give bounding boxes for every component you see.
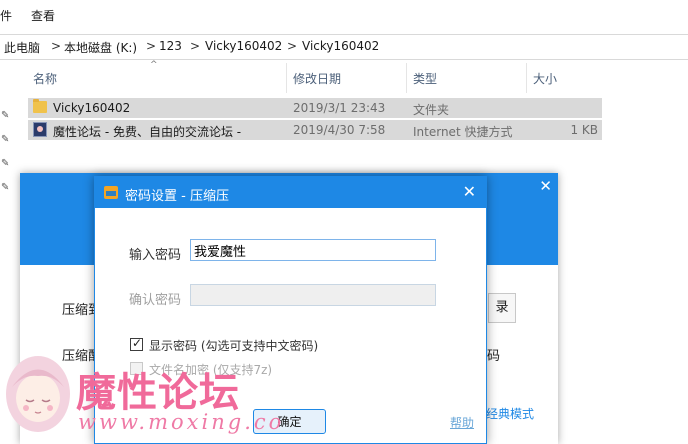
internet-shortcut-icon: [33, 122, 47, 137]
password-option-label[interactable]: 码: [487, 345, 500, 364]
password-dialog: 密码设置 - 压缩压 ✕ 输入密码 确认密码 显示密码 (勾选可支持中文密码) …: [94, 176, 487, 444]
breadcrumb-chevron-icon[interactable]: >: [190, 39, 200, 53]
file-modified: 2019/4/30 7:58: [293, 123, 386, 137]
ok-button[interactable]: 确定: [253, 409, 326, 434]
address-bar[interactable]: 此电脑 > 本地磁盘 (K:) > 123 > Vicky160402 > Vi…: [0, 34, 688, 60]
confirm-password-label: 确认密码: [129, 293, 182, 308]
archive-app-icon: [104, 186, 118, 199]
classic-mode-link[interactable]: 经典模式: [486, 405, 534, 422]
password-input[interactable]: [190, 239, 436, 261]
breadcrumb-chevron-icon[interactable]: >: [146, 39, 156, 53]
breadcrumb-chevron-icon[interactable]: >: [287, 39, 297, 53]
file-type: 文件夹: [413, 103, 450, 117]
show-password-label[interactable]: 显示密码 (勾选可支持中文密码): [149, 337, 318, 354]
pin-icon[interactable]: ✎: [1, 134, 9, 145]
column-header-type[interactable]: 类型: [413, 70, 437, 87]
column-header-size[interactable]: 大小: [533, 70, 557, 87]
sort-ascending-icon: ^: [150, 60, 158, 70]
file-modified: 2019/3/1 23:43: [293, 101, 386, 115]
column-divider[interactable]: [406, 63, 407, 93]
confirm-password-input: [190, 284, 436, 306]
encrypt-filenames-label: 文件名加密 (仅支持7z): [149, 363, 273, 377]
show-password-checkbox[interactable]: [130, 336, 143, 351]
close-icon[interactable]: ✕: [463, 182, 476, 201]
breadcrumb-drive[interactable]: 本地磁盘 (K:): [64, 39, 137, 56]
browse-button[interactable]: 录: [488, 293, 516, 323]
pin-icon[interactable]: ✎: [1, 110, 9, 121]
file-row[interactable]: Vicky160402 2019/3/1 23:43 文件夹: [28, 98, 602, 118]
breadcrumb-folder-vicky[interactable]: Vicky160402: [205, 39, 282, 53]
password-dialog-titlebar[interactable]: 密码设置 - 压缩压 ✕: [95, 177, 486, 208]
file-row[interactable]: 魔性论坛 - 免费、自由的交流论坛 - 2019/4/30 7:58 Inter…: [28, 120, 602, 140]
file-size: 1 KB: [570, 123, 598, 137]
column-header-modified[interactable]: 修改日期: [293, 70, 341, 87]
breadcrumb-chevron-icon[interactable]: >: [51, 39, 61, 53]
file-name: Vicky160402: [53, 101, 131, 115]
pin-icon[interactable]: ✎: [1, 182, 9, 193]
breadcrumb-folder-vicky-current[interactable]: Vicky160402: [302, 39, 379, 53]
breadcrumb-folder-123[interactable]: 123: [159, 39, 182, 53]
column-divider[interactable]: [286, 63, 287, 93]
column-divider[interactable]: [526, 63, 527, 93]
close-icon[interactable]: ✕: [539, 177, 552, 195]
ribbon-tab-view[interactable]: 查看: [31, 5, 55, 27]
file-name: 魔性论坛 - 免费、自由的交流论坛 -: [53, 125, 242, 139]
password-label: 输入密码: [129, 248, 182, 263]
help-link[interactable]: 帮助: [450, 414, 474, 431]
file-type: Internet 快捷方式: [413, 125, 513, 139]
encrypt-filenames-checkbox: [130, 362, 143, 375]
dialog-title: 密码设置 - 压缩压: [125, 189, 229, 204]
column-header-name[interactable]: 名称: [33, 70, 57, 87]
pin-icon[interactable]: ✎: [1, 158, 9, 169]
navigation-pane[interactable]: ✎ ✎ ✎ ✎: [0, 60, 16, 444]
folder-icon: [33, 99, 47, 113]
ribbon-tab-file[interactable]: 件: [0, 5, 22, 27]
breadcrumb-this-pc[interactable]: 此电脑: [4, 39, 40, 56]
